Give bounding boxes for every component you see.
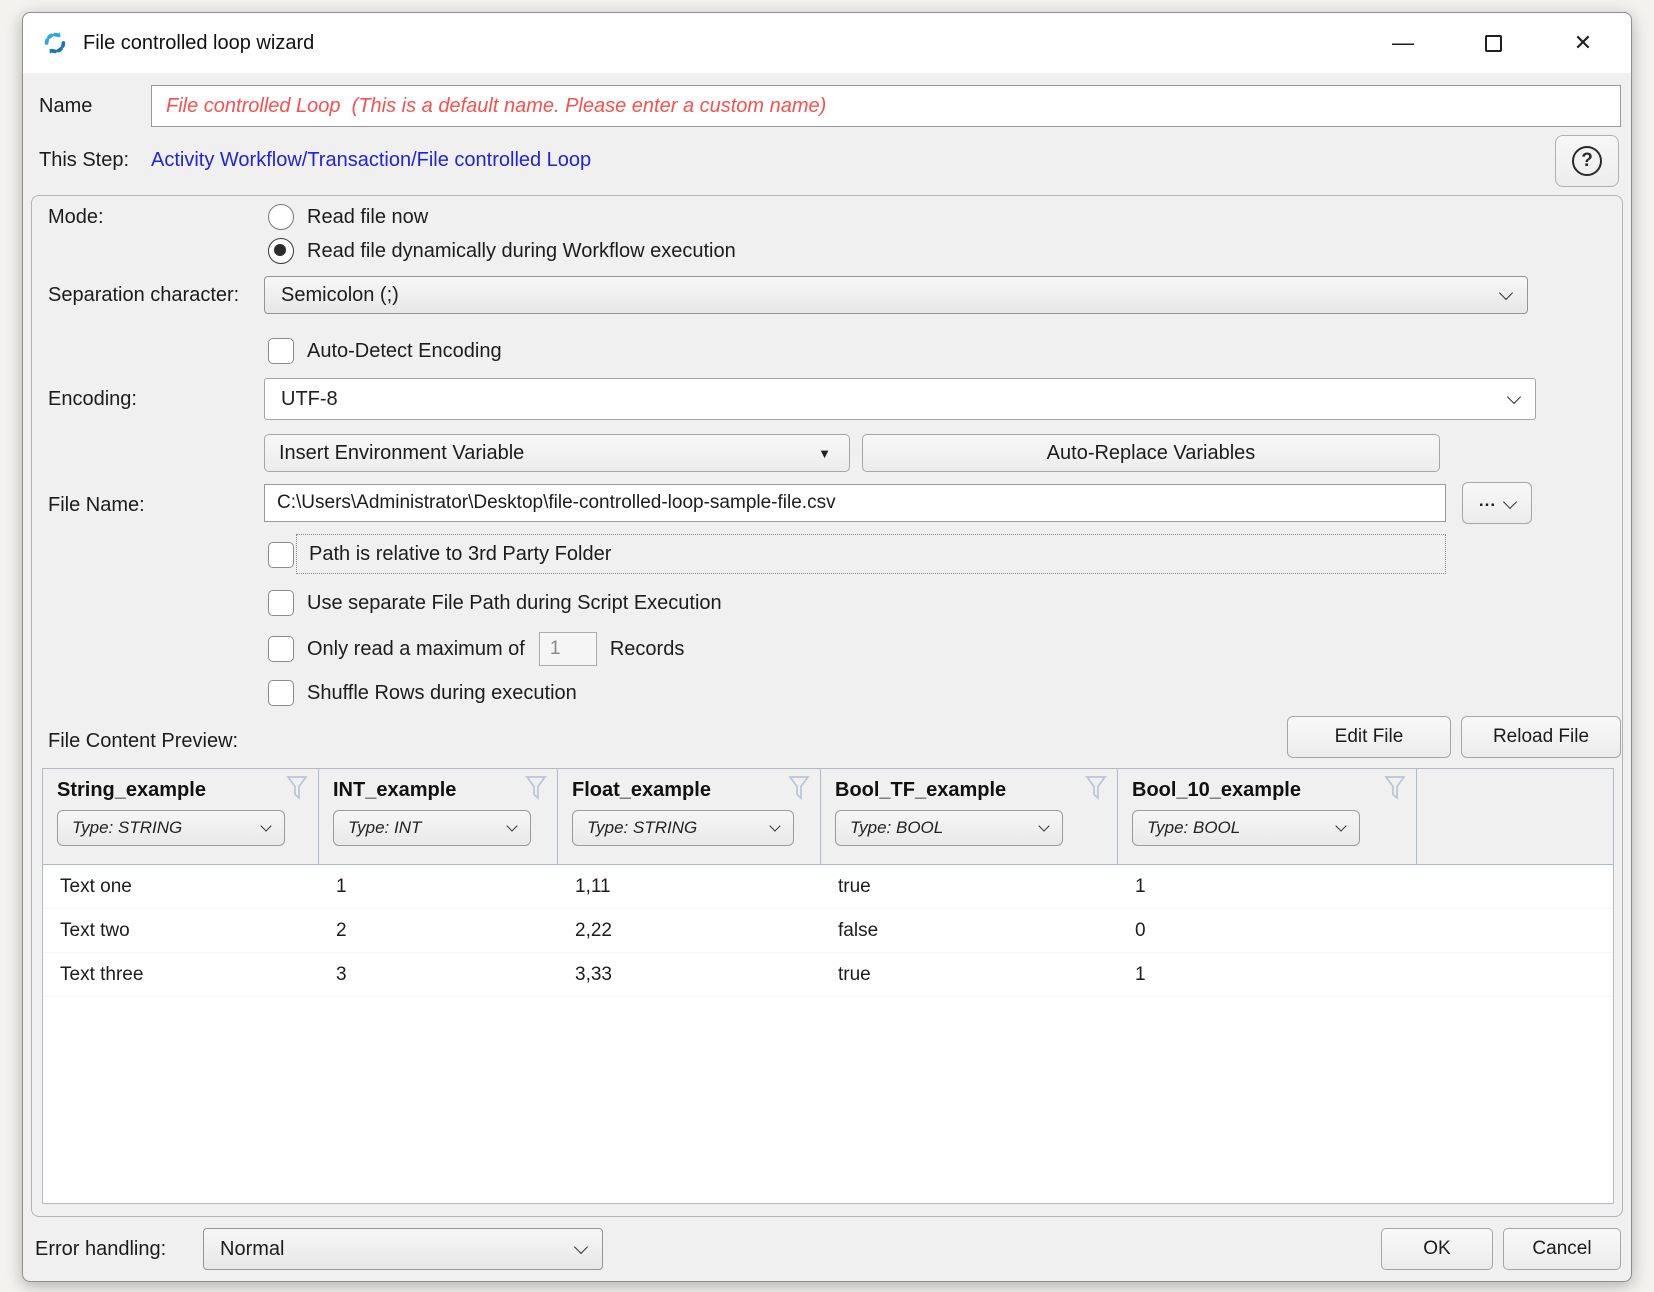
filter-icon[interactable] — [788, 775, 810, 801]
filter-icon[interactable] — [1384, 775, 1406, 801]
checkbox-icon — [268, 338, 294, 364]
cancel-button[interactable]: Cancel — [1503, 1228, 1621, 1270]
radio-selected-icon — [268, 238, 294, 264]
table-row[interactable]: Text one 1 1,11 true 1 — [43, 865, 1613, 909]
path-relative-focus-box: Path is relative to 3rd Party Folder — [296, 534, 1446, 574]
checkbox-icon — [268, 590, 294, 616]
separation-character-label: Separation character: — [48, 284, 239, 307]
chevron-down-icon — [506, 820, 517, 831]
chevron-down-icon — [260, 820, 271, 831]
max-records-checkbox[interactable] — [268, 636, 294, 662]
chevron-down-icon — [1507, 389, 1521, 403]
chevron-down-icon — [1499, 285, 1513, 299]
insert-environment-variable-button[interactable]: Insert Environment Variable ▼ — [264, 434, 850, 472]
chevron-down-icon — [574, 1239, 588, 1253]
this-step-label: This Step: — [39, 149, 151, 172]
column-type-select[interactable]: Type: STRING — [57, 810, 285, 846]
column-header-bool-tf-example[interactable]: Bool_TF_example Type: BOOL — [821, 769, 1118, 864]
radio-icon — [268, 204, 294, 230]
separation-character-select[interactable]: Semicolon (;) — [264, 276, 1528, 314]
column-header-float-example[interactable]: Float_example Type: STRING — [558, 769, 821, 864]
auto-detect-encoding-checkbox[interactable]: Auto-Detect Encoding — [268, 338, 502, 364]
maximize-button[interactable] — [1461, 21, 1525, 65]
name-label: Name — [39, 95, 151, 118]
chevron-down-icon — [1503, 495, 1517, 509]
maximize-icon — [1485, 35, 1502, 52]
max-records-row: Only read a maximum of Records — [268, 630, 684, 668]
filter-icon[interactable] — [1085, 775, 1107, 801]
ellipsis-icon: ... — [1479, 491, 1496, 511]
browse-file-button[interactable]: ... — [1462, 482, 1532, 524]
radio-read-dynamically[interactable]: Read file dynamically during Workflow ex… — [268, 234, 736, 268]
column-type-select[interactable]: Type: BOOL — [835, 810, 1063, 846]
column-header-bool-10-example[interactable]: Bool_10_example Type: BOOL — [1118, 769, 1417, 864]
step-path-link[interactable]: Activity Workflow/Transaction/File contr… — [151, 149, 591, 172]
name-input[interactable] — [151, 85, 1621, 127]
chevron-down-icon — [769, 820, 780, 831]
filter-icon[interactable] — [525, 775, 547, 801]
file-name-label: File Name: — [48, 494, 145, 517]
file-controlled-loop-wizard-dialog: File controlled loop wizard — ✕ Name Thi… — [22, 12, 1632, 1282]
window-title: File controlled loop wizard — [83, 32, 314, 55]
footer: Error handling: Normal OK Cancel — [35, 1227, 1621, 1271]
column-type-select[interactable]: Type: INT — [333, 810, 531, 846]
settings-groupbox: Mode: Read file now Read file dynamicall… — [31, 195, 1623, 1217]
loop-icon — [41, 29, 69, 57]
minimize-icon: — — [1392, 30, 1414, 56]
column-header-string-example[interactable]: String_example Type: STRING — [43, 769, 319, 864]
table-header: String_example Type: STRING INT_example … — [43, 769, 1613, 865]
file-name-input[interactable] — [264, 484, 1446, 522]
window-controls: — ✕ — [1371, 21, 1615, 65]
file-content-preview-label: File Content Preview: — [48, 730, 238, 753]
table-row[interactable]: Text three 3 3,33 true 1 — [43, 953, 1613, 997]
error-handling-label: Error handling: — [35, 1238, 203, 1261]
file-content-preview-table: String_example Type: STRING INT_example … — [42, 768, 1614, 1204]
mode-label: Mode: — [48, 206, 104, 229]
this-step-row: This Step: Activity Workflow/Transaction… — [39, 137, 1621, 183]
column-header-empty — [1417, 769, 1613, 864]
ok-button[interactable]: OK — [1381, 1228, 1493, 1270]
table-row[interactable]: Text two 2 2,22 false 0 — [43, 909, 1613, 953]
chevron-down-icon — [1335, 820, 1346, 831]
help-button[interactable]: ? — [1555, 135, 1619, 187]
name-row: Name — [39, 85, 1621, 127]
radio-read-file-now[interactable]: Read file now — [268, 200, 736, 234]
filter-icon[interactable] — [286, 775, 308, 801]
help-icon: ? — [1572, 146, 1602, 176]
max-records-input[interactable] — [539, 632, 597, 666]
titlebar: File controlled loop wizard — ✕ — [23, 13, 1631, 73]
error-handling-select[interactable]: Normal — [203, 1228, 603, 1270]
encoding-label: Encoding: — [48, 388, 137, 411]
encoding-combobox[interactable]: UTF-8 — [264, 378, 1536, 420]
path-relative-checkbox[interactable] — [268, 542, 294, 568]
close-button[interactable]: ✕ — [1551, 21, 1615, 65]
chevron-down-icon — [1038, 820, 1049, 831]
dropdown-arrow-icon: ▼ — [818, 446, 831, 461]
column-type-select[interactable]: Type: BOOL — [1132, 810, 1360, 846]
close-icon: ✕ — [1574, 30, 1592, 56]
separate-path-checkbox[interactable]: Use separate File Path during Script Exe… — [268, 590, 722, 616]
minimize-button[interactable]: — — [1371, 21, 1435, 65]
shuffle-rows-checkbox[interactable]: Shuffle Rows during execution — [268, 680, 577, 706]
reload-file-button[interactable]: Reload File — [1461, 716, 1621, 758]
checkbox-icon — [268, 680, 294, 706]
column-header-int-example[interactable]: INT_example Type: INT — [319, 769, 558, 864]
column-type-select[interactable]: Type: STRING — [572, 810, 794, 846]
table-body: Text one 1 1,11 true 1 Text two 2 2,22 f… — [43, 865, 1613, 1203]
mode-radio-group: Read file now Read file dynamically duri… — [268, 200, 736, 268]
auto-replace-variables-button[interactable]: Auto-Replace Variables — [862, 434, 1440, 472]
edit-file-button[interactable]: Edit File — [1287, 716, 1451, 758]
